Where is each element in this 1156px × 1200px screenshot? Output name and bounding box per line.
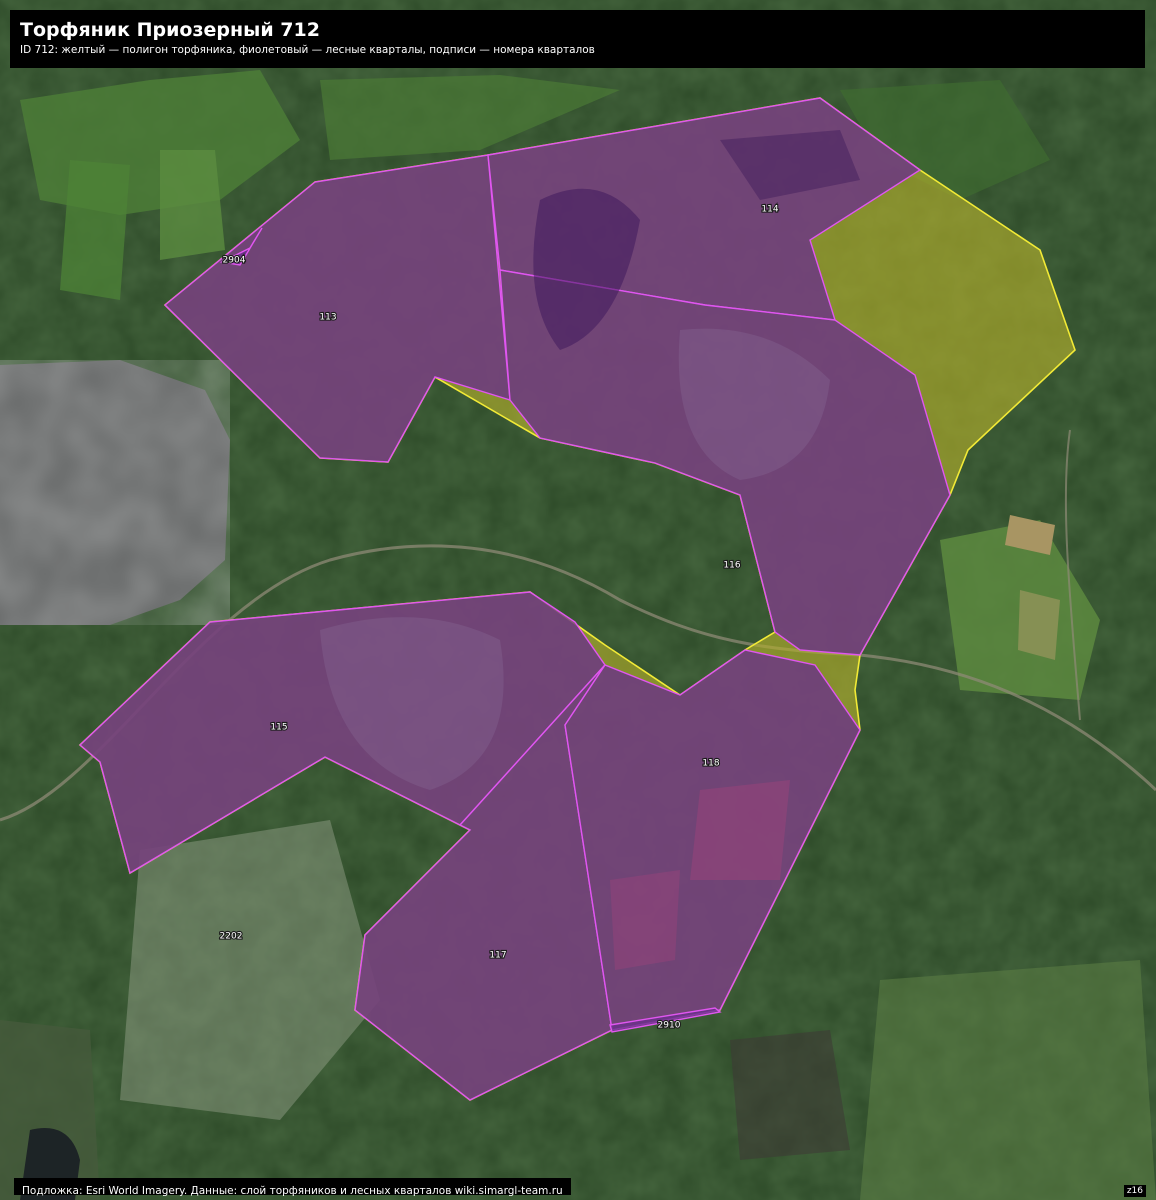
attribution-box: Подложка: Esri World Imagery. Данные: сл…	[14, 1178, 571, 1197]
field-north-west	[160, 150, 225, 260]
map-subtitle: ID 712: желтый — полигон торфяника, фиол…	[20, 44, 595, 56]
peat-pink-field-1	[690, 780, 790, 880]
quarter-label-2202: 2202	[220, 932, 243, 942]
quarter-label-116: 116	[723, 561, 740, 571]
bog-south	[730, 1030, 850, 1160]
attribution-text: Подложка: Esri World Imagery. Данные: сл…	[22, 1185, 563, 1197]
title-box: Торфяник Приозерный 712 ID 712: желтый —…	[10, 10, 1145, 68]
map-frame[interactable]: 113 114 115 116 117 118 2904 2910 2202 Т…	[0, 0, 1156, 1200]
quarter-label-117: 117	[489, 951, 506, 961]
field-west	[60, 160, 130, 300]
zoom-level-badge: z16	[1123, 1185, 1146, 1197]
lake-texture	[0, 360, 230, 625]
quarter-label-114: 114	[761, 205, 778, 215]
field-yellow-east	[1018, 590, 1060, 660]
quarter-label-2910: 2910	[658, 1021, 681, 1031]
map-canvas[interactable]: 113 114 115 116 117 118 2904 2910 2202	[0, 0, 1156, 1200]
meadow-south-east	[860, 960, 1156, 1200]
quarter-label-113: 113	[319, 313, 336, 323]
quarter-label-118: 118	[702, 759, 719, 769]
quarter-label-115: 115	[270, 723, 287, 733]
peat-pink-field-2	[610, 870, 680, 970]
map-title: Торфяник Приозерный 712	[20, 19, 320, 41]
quarter-label-2904: 2904	[223, 256, 246, 266]
